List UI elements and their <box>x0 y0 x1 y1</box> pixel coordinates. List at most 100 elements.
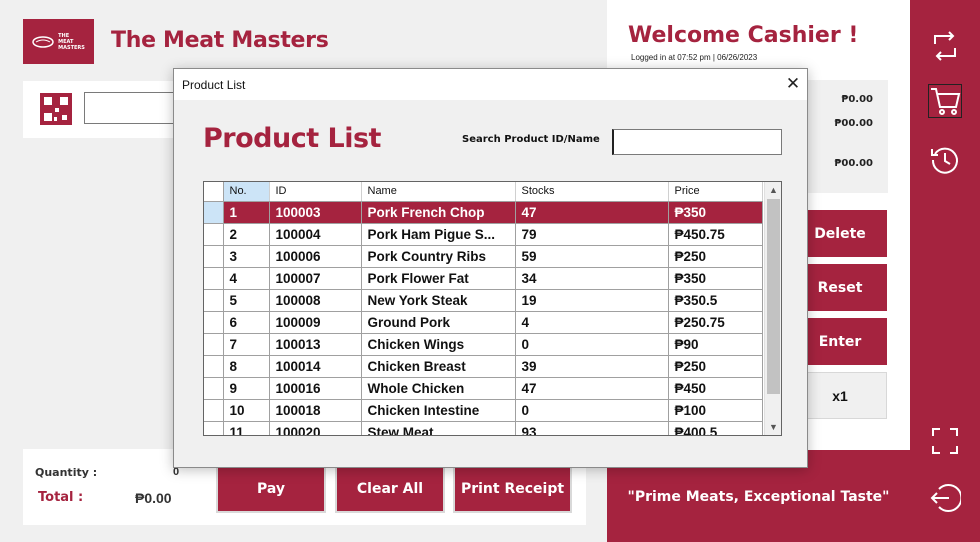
cell-stocks: 93 <box>515 421 669 435</box>
table-row[interactable]: 10 100018 Chicken Intestine 0 ₱100 <box>204 399 763 422</box>
cell-no: 10 <box>223 399 270 422</box>
row-header[interactable] <box>204 201 224 224</box>
total-label: Total : <box>38 490 84 505</box>
fullscreen-icon[interactable] <box>928 424 962 458</box>
table-row[interactable]: 1 100003 Pork French Chop 47 ₱350 <box>204 201 763 224</box>
login-timestamp: Logged in at 07:52 pm | 06/26/2023 <box>631 53 758 62</box>
cell-name: Ground Pork <box>361 311 516 334</box>
row-header[interactable] <box>204 245 224 268</box>
column-header-id[interactable]: ID <box>269 182 362 202</box>
cell-id: 100014 <box>269 355 362 378</box>
qr-code-icon <box>40 93 72 125</box>
table-row[interactable]: 8 100014 Chicken Breast 39 ₱250 <box>204 355 763 378</box>
table-row[interactable]: 9 100016 Whole Chicken 47 ₱450 <box>204 377 763 400</box>
column-header-stocks[interactable]: Stocks <box>515 182 669 202</box>
column-header-name[interactable]: Name <box>361 182 516 202</box>
sidebar <box>910 0 980 542</box>
table-row[interactable]: 11 100020 Stew Meat 93 ₱400.5 <box>204 421 763 435</box>
cell-stocks: 0 <box>515 399 669 422</box>
cell-stocks: 39 <box>515 355 669 378</box>
cell-price: ₱90 <box>668 333 763 356</box>
cell-stocks: 47 <box>515 201 669 224</box>
summary-value: ₱00.00 <box>834 118 873 129</box>
cart-icon[interactable] <box>928 84 962 118</box>
row-header[interactable] <box>204 267 224 290</box>
print-receipt-button[interactable]: Print Receipt <box>453 465 572 513</box>
cell-id: 100006 <box>269 245 362 268</box>
search-input[interactable] <box>612 129 782 155</box>
cell-name: Pork French Chop <box>361 201 516 224</box>
search-label: Search Product ID/Name <box>462 134 600 145</box>
cell-price: ₱350 <box>668 201 763 224</box>
welcome-heading: Welcome Cashier ! <box>628 23 859 48</box>
cell-id: 100003 <box>269 201 362 224</box>
table-row[interactable]: 6 100009 Ground Pork 4 ₱250.75 <box>204 311 763 334</box>
cell-id: 100013 <box>269 333 362 356</box>
table-row[interactable]: 3 100006 Pork Country Ribs 59 ₱250 <box>204 245 763 268</box>
cell-no: 5 <box>223 289 270 312</box>
row-header[interactable] <box>204 311 224 334</box>
cell-name: Whole Chicken <box>361 377 516 400</box>
cell-name: Stew Meat <box>361 421 516 435</box>
swap-arrows-icon[interactable] <box>928 29 962 63</box>
cell-id: 100008 <box>269 289 362 312</box>
cell-price: ₱250.75 <box>668 311 763 334</box>
row-header[interactable] <box>204 333 224 356</box>
cell-no: 1 <box>223 201 270 224</box>
cell-price: ₱250 <box>668 245 763 268</box>
cell-stocks: 4 <box>515 311 669 334</box>
table-row[interactable]: 7 100013 Chicken Wings 0 ₱90 <box>204 333 763 356</box>
row-header[interactable] <box>204 223 224 246</box>
cell-no: 4 <box>223 267 270 290</box>
app-title: The Meat Masters <box>111 28 329 53</box>
row-header[interactable] <box>204 421 224 435</box>
pay-button[interactable]: Pay <box>216 465 326 513</box>
row-header[interactable] <box>204 377 224 400</box>
cell-stocks: 19 <box>515 289 669 312</box>
cell-id: 100007 <box>269 267 362 290</box>
cell-name: New York Steak <box>361 289 516 312</box>
scrollbar-thumb[interactable] <box>767 199 780 394</box>
cell-id: 100020 <box>269 421 362 435</box>
scroll-down-icon[interactable]: ▼ <box>765 419 781 435</box>
cell-id: 100016 <box>269 377 362 400</box>
total-value: ₱0.00 <box>135 490 172 506</box>
history-clock-icon[interactable] <box>928 143 962 177</box>
vertical-scrollbar[interactable]: ▲ ▼ <box>764 182 781 435</box>
table-row[interactable]: 4 100007 Pork Flower Fat 34 ₱350 <box>204 267 763 290</box>
cell-stocks: 59 <box>515 245 669 268</box>
cell-no: 11 <box>223 421 270 435</box>
row-header[interactable] <box>204 355 224 378</box>
cell-stocks: 0 <box>515 333 669 356</box>
cell-id: 100009 <box>269 311 362 334</box>
row-header[interactable] <box>204 399 224 422</box>
dialog-window-title: Product List <box>182 78 246 92</box>
table-row[interactable]: 5 100008 New York Steak 19 ₱350.5 <box>204 289 763 312</box>
barcode-input[interactable] <box>84 92 184 124</box>
cell-name: Chicken Intestine <box>361 399 516 422</box>
cell-no: 3 <box>223 245 270 268</box>
cell-no: 2 <box>223 223 270 246</box>
close-icon[interactable]: ✕ <box>782 73 804 95</box>
cell-price: ₱250 <box>668 355 763 378</box>
logout-icon[interactable] <box>928 481 962 515</box>
cell-no: 7 <box>223 333 270 356</box>
column-header-price[interactable]: Price <box>668 182 763 202</box>
product-table[interactable]: No. ID Name Stocks Price 1 100003 Pork Fre… <box>203 181 782 436</box>
cell-name: Pork Country Ribs <box>361 245 516 268</box>
cell-stocks: 47 <box>515 377 669 400</box>
scroll-up-icon[interactable]: ▲ <box>765 182 781 198</box>
brand-logo: THE MEAT MASTERS <box>23 19 94 64</box>
cell-id: 100018 <box>269 399 362 422</box>
product-list-dialog: Product List ✕ Product List Search Produ… <box>173 68 808 468</box>
cell-price: ₱350 <box>668 267 763 290</box>
row-header[interactable] <box>204 289 224 312</box>
cell-name: Pork Flower Fat <box>361 267 516 290</box>
table-row[interactable]: 2 100004 Pork Ham Pigue S... 79 ₱450.75 <box>204 223 763 246</box>
cell-no: 8 <box>223 355 270 378</box>
clear-all-button[interactable]: Clear All <box>335 465 445 513</box>
cell-price: ₱350.5 <box>668 289 763 312</box>
column-header-no[interactable]: No. <box>223 182 270 202</box>
cell-name: Chicken Breast <box>361 355 516 378</box>
logo-text: THE MEAT MASTERS <box>58 32 85 51</box>
